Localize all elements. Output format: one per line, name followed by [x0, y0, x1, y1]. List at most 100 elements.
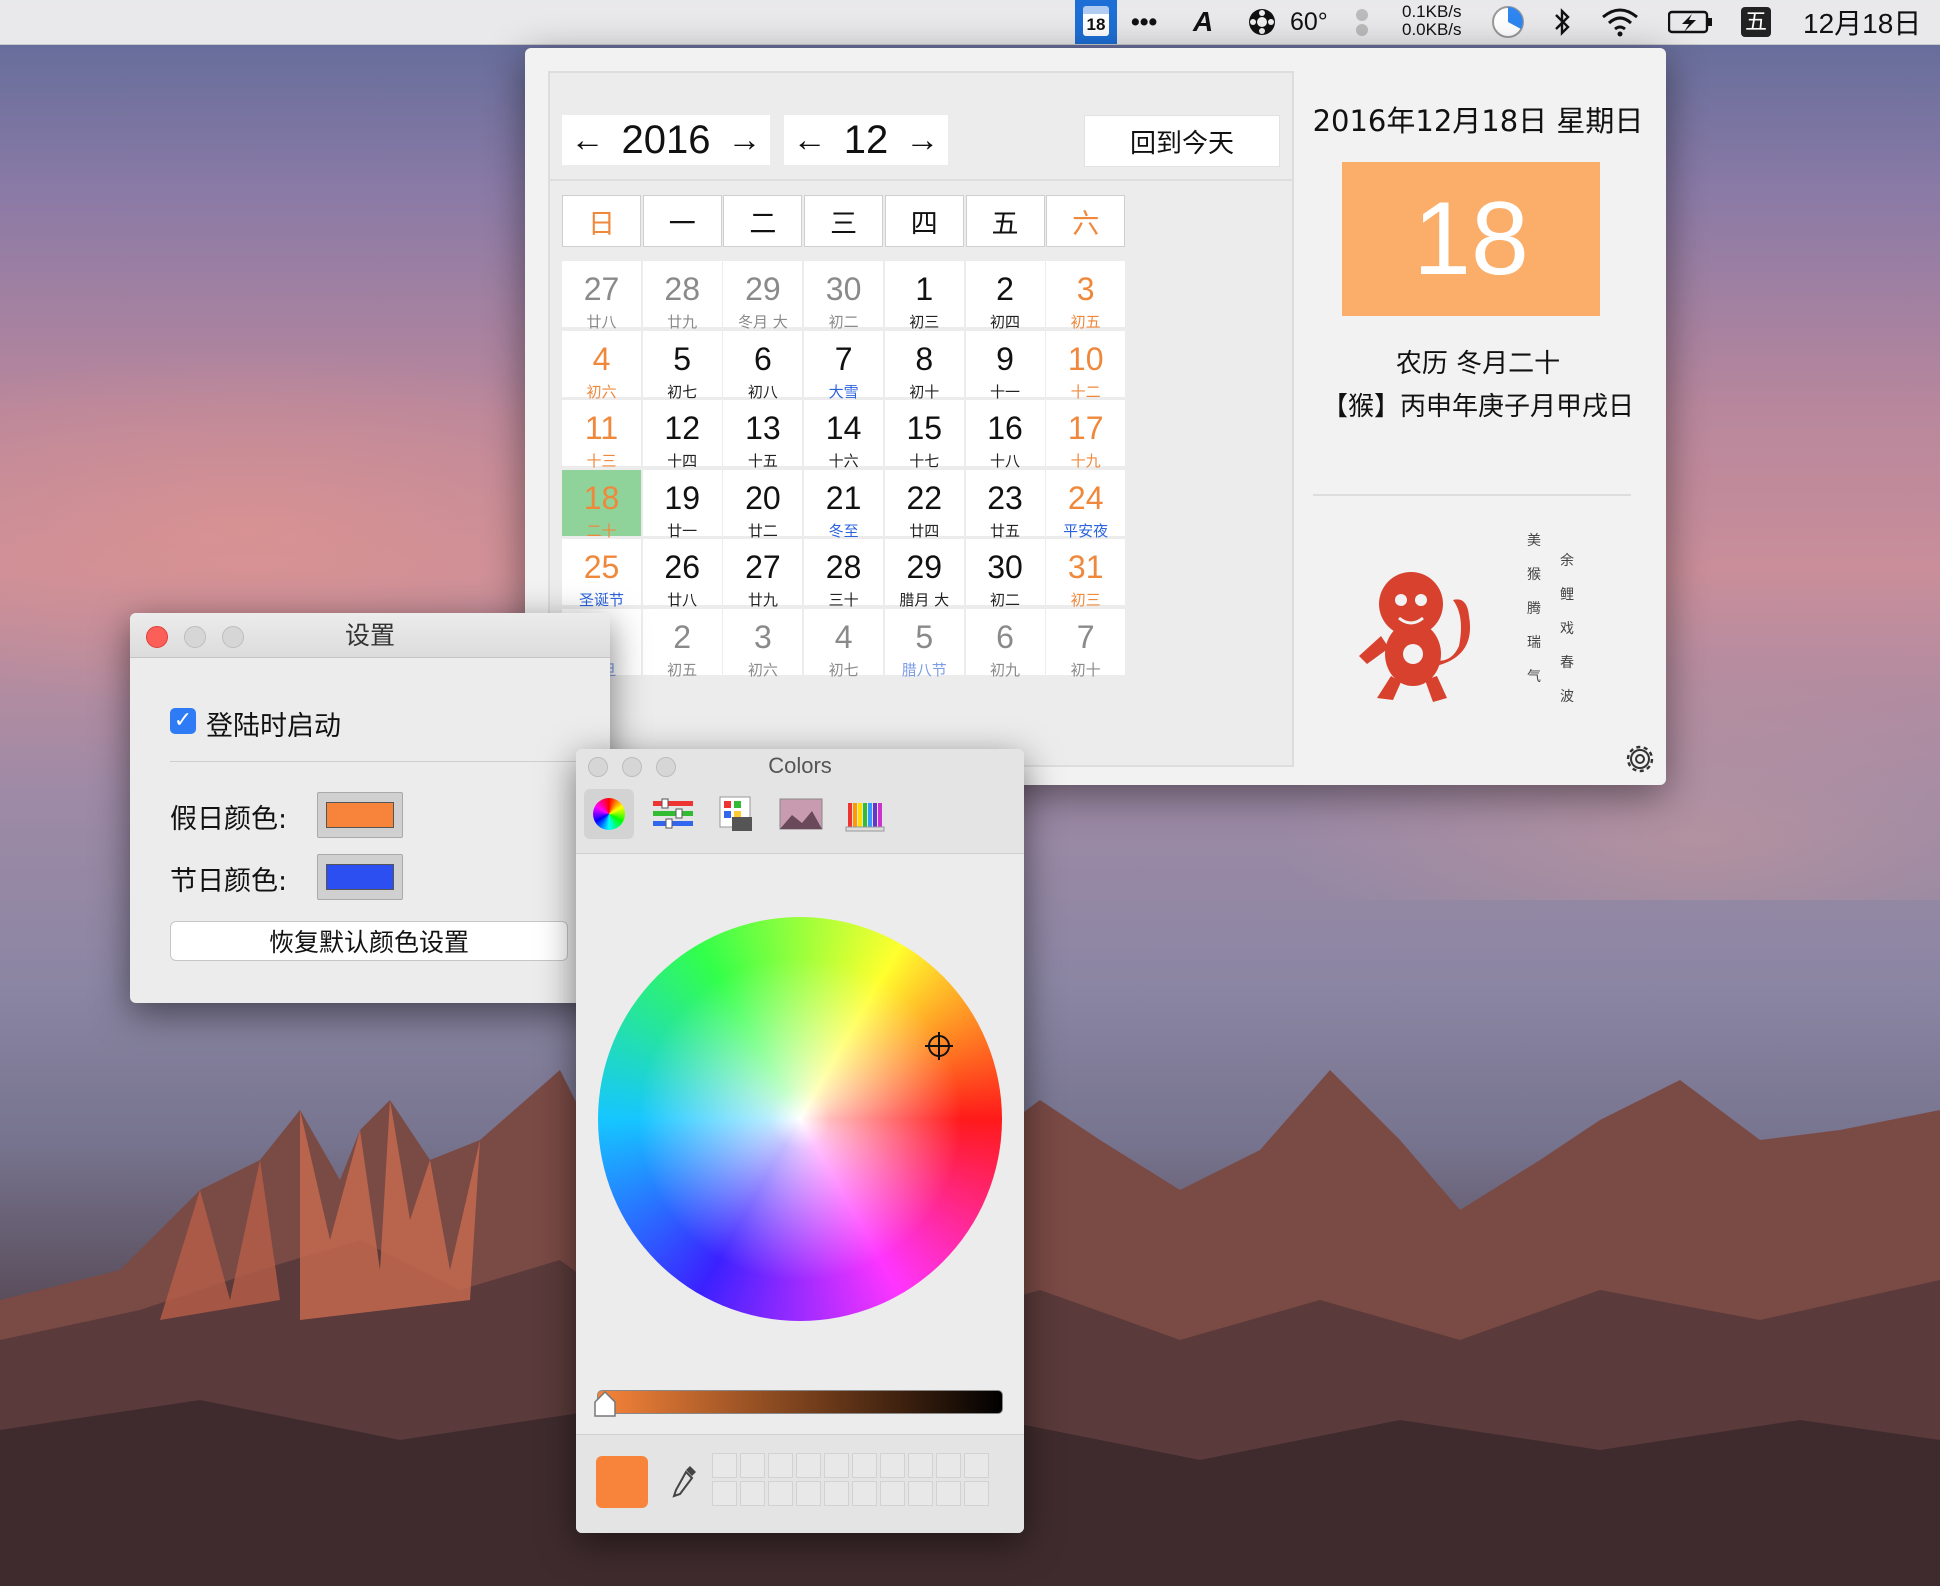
- day-cell[interactable]: 27 廿八: [562, 261, 641, 331]
- gear-icon[interactable]: [1623, 742, 1657, 776]
- day-cell[interactable]: 5 初七: [642, 330, 722, 401]
- empty-swatch[interactable]: [824, 1481, 849, 1506]
- day-cell[interactable]: 15 十七: [884, 400, 964, 470]
- palettes-icon[interactable]: [712, 789, 762, 839]
- color-wheel-icon[interactable]: [584, 789, 634, 839]
- day-cell[interactable]: 7 大雪: [804, 330, 884, 401]
- empty-swatch[interactable]: [852, 1481, 877, 1506]
- day-cell[interactable]: 2 初四: [965, 261, 1045, 331]
- empty-swatch[interactable]: [936, 1481, 961, 1506]
- next-year-button[interactable]: →: [727, 121, 761, 160]
- day-cell[interactable]: 30 初二: [804, 261, 884, 331]
- ime-icon[interactable]: 五: [1741, 0, 1771, 44]
- day-cell[interactable]: 8 初十: [884, 330, 964, 401]
- empty-swatch[interactable]: [824, 1453, 849, 1478]
- bluetooth-icon[interactable]: [1552, 0, 1572, 44]
- empty-swatch[interactable]: [880, 1481, 905, 1506]
- poem-char: 波: [1560, 689, 1574, 705]
- day-cell[interactable]: 22 廿四: [884, 469, 964, 540]
- prev-month-button[interactable]: ←: [793, 121, 827, 160]
- pencils-icon[interactable]: [840, 789, 890, 839]
- empty-swatch[interactable]: [740, 1481, 765, 1506]
- holiday-swatch: [326, 802, 394, 828]
- day-cell[interactable]: 30 初二: [965, 539, 1045, 609]
- day-cell[interactable]: 28 三十: [804, 539, 884, 609]
- day-cell[interactable]: 27 廿九: [723, 539, 803, 609]
- empty-swatch[interactable]: [768, 1453, 793, 1478]
- battery-icon[interactable]: [1668, 0, 1714, 44]
- empty-swatch[interactable]: [796, 1453, 821, 1478]
- empty-swatch[interactable]: [796, 1481, 821, 1506]
- slider-knob[interactable]: [593, 1390, 617, 1420]
- crosshair-icon[interactable]: [924, 1031, 954, 1061]
- day-cell[interactable]: 14 十六: [804, 400, 884, 470]
- lunar-label: 初六: [747, 661, 778, 679]
- reset-colors-button[interactable]: 恢复默认颜色设置: [170, 921, 568, 961]
- day-cell[interactable]: 9 十一: [965, 330, 1045, 401]
- image-palettes-icon[interactable]: [776, 789, 826, 839]
- empty-swatch[interactable]: [852, 1453, 877, 1478]
- day-cell[interactable]: 6 初八: [723, 330, 803, 401]
- empty-swatch[interactable]: [964, 1453, 989, 1478]
- launch-at-login-checkbox[interactable]: ✓: [170, 708, 196, 734]
- day-cell[interactable]: 11 十三: [562, 400, 641, 470]
- speed-icon[interactable]: 0.1KB/s 0.0KB/s: [1402, 3, 1462, 39]
- font-icon[interactable]: A: [1193, 0, 1213, 44]
- holiday-color-well[interactable]: [317, 792, 403, 838]
- day-cell[interactable]: 31 初三: [1046, 539, 1126, 609]
- day-cell[interactable]: 1 初三: [884, 261, 964, 331]
- current-color-swatch[interactable]: [596, 1456, 648, 1508]
- wifi-icon[interactable]: [1600, 0, 1640, 44]
- empty-swatch[interactable]: [712, 1453, 737, 1478]
- day-cell[interactable]: 6 初九: [965, 609, 1045, 679]
- day-cell[interactable]: 26 廿八: [642, 539, 722, 609]
- day-cell[interactable]: 21 冬至: [804, 469, 884, 540]
- day-cell[interactable]: 23 廿五: [965, 469, 1045, 540]
- empty-swatch[interactable]: [768, 1481, 793, 1506]
- day-cell[interactable]: 18 二十: [562, 469, 641, 540]
- day-cell[interactable]: 10 十二: [1046, 330, 1126, 401]
- day-cell[interactable]: 20 廿二: [723, 469, 803, 540]
- empty-swatch[interactable]: [880, 1453, 905, 1478]
- day-cell[interactable]: 25 圣诞节: [562, 539, 641, 609]
- eyedropper-icon[interactable]: [668, 1462, 700, 1500]
- empty-swatch[interactable]: [740, 1453, 765, 1478]
- color-wheel[interactable]: [598, 917, 1002, 1321]
- more-icon[interactable]: •••: [1131, 0, 1157, 44]
- day-cell[interactable]: 3 初六: [723, 609, 803, 679]
- swatch-grid[interactable]: [712, 1453, 989, 1506]
- day-cell[interactable]: 24 平安夜: [1046, 469, 1126, 540]
- empty-swatch[interactable]: [908, 1453, 933, 1478]
- day-cell[interactable]: 29 腊月 大: [884, 539, 964, 609]
- brightness-slider[interactable]: [597, 1390, 1003, 1414]
- prev-year-button[interactable]: ←: [571, 121, 605, 160]
- day-cell[interactable]: 7 初十: [1046, 609, 1126, 679]
- empty-swatch[interactable]: [964, 1481, 989, 1506]
- festival-swatch: [326, 864, 394, 890]
- next-month-button[interactable]: →: [905, 121, 939, 160]
- day-cell[interactable]: 28 廿九: [642, 261, 722, 331]
- day-cell[interactable]: 5 腊八节: [884, 609, 964, 679]
- day-cell[interactable]: 2 初五: [642, 609, 722, 679]
- empty-swatch[interactable]: [936, 1453, 961, 1478]
- day-cell[interactable]: 19 廿一: [642, 469, 722, 540]
- fan-icon[interactable]: [1247, 0, 1277, 44]
- settings-titlebar[interactable]: 设置: [130, 613, 610, 658]
- empty-swatch[interactable]: [908, 1481, 933, 1506]
- festival-color-well[interactable]: [317, 854, 403, 900]
- pie-clock-icon[interactable]: [1491, 0, 1525, 44]
- empty-swatch[interactable]: [712, 1481, 737, 1506]
- day-cell[interactable]: 4 初六: [562, 330, 641, 401]
- dot-icon[interactable]: [1355, 0, 1369, 44]
- menubar-date[interactable]: 12月18日: [1803, 0, 1921, 44]
- day-cell[interactable]: 17 十九: [1046, 400, 1126, 470]
- day-cell[interactable]: 16 十八: [965, 400, 1045, 470]
- day-cell[interactable]: 12 十四: [642, 400, 722, 470]
- calendar-icon[interactable]: 18: [1075, 0, 1117, 44]
- day-cell[interactable]: 29 冬月 大: [723, 261, 803, 331]
- day-cell[interactable]: 4 初七: [804, 609, 884, 679]
- sliders-icon[interactable]: [648, 789, 698, 839]
- today-button[interactable]: 回到今天: [1084, 115, 1280, 167]
- day-cell[interactable]: 3 初五: [1046, 261, 1126, 331]
- day-cell[interactable]: 13 十五: [723, 400, 803, 470]
